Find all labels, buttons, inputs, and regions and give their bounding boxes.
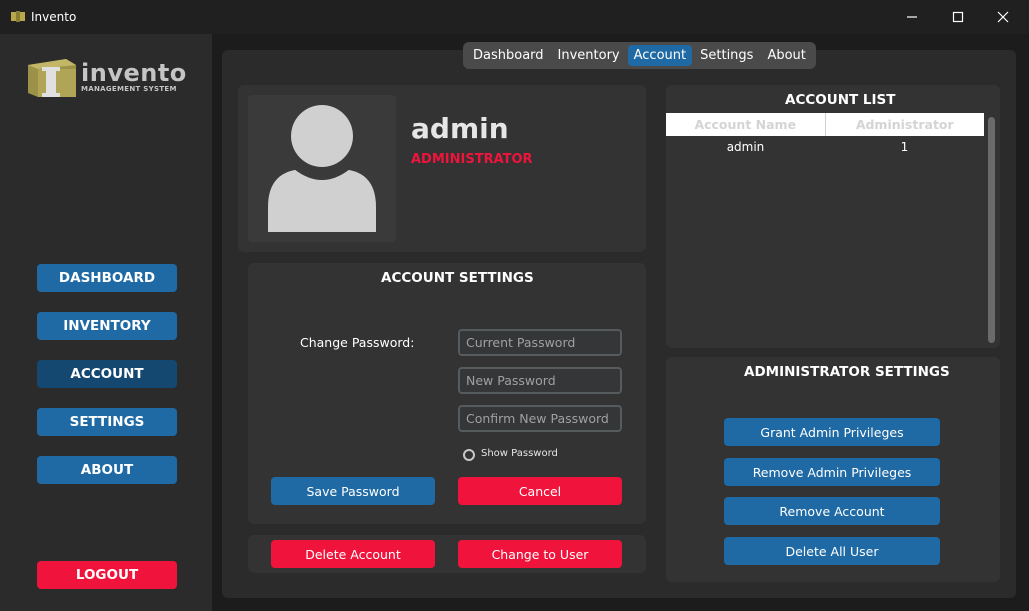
column-header-account-name[interactable]: Account Name bbox=[666, 113, 826, 136]
window-title: Invento bbox=[31, 10, 77, 24]
current-password-input[interactable] bbox=[458, 329, 622, 356]
tab-bar: Dashboard Inventory Account Settings Abo… bbox=[463, 42, 816, 69]
logo-wordmark: invento bbox=[81, 59, 187, 87]
grant-admin-button[interactable]: Grant Admin Privileges bbox=[724, 418, 940, 446]
remove-admin-button[interactable]: Remove Admin Privileges bbox=[724, 458, 940, 486]
sidebar-item-account[interactable]: ACCOUNT bbox=[37, 360, 177, 388]
administrator-cell: 1 bbox=[900, 140, 909, 154]
maximize-icon bbox=[952, 11, 964, 23]
app-icon bbox=[11, 11, 25, 22]
maximize-button[interactable] bbox=[935, 0, 981, 34]
tab-about[interactable]: About bbox=[761, 45, 811, 66]
logo: invento MANAGEMENT SYSTEM bbox=[26, 57, 196, 101]
sidebar-item-dashboard[interactable]: DASHBOARD bbox=[37, 264, 177, 292]
show-password-radio[interactable] bbox=[463, 449, 475, 461]
tab-settings[interactable]: Settings bbox=[694, 45, 759, 66]
new-password-input[interactable] bbox=[458, 367, 622, 394]
minimize-icon bbox=[907, 16, 917, 18]
show-password-label: Show Password bbox=[481, 448, 558, 459]
sidebar-item-settings[interactable]: SETTINGS bbox=[37, 408, 177, 436]
avatar bbox=[248, 95, 396, 242]
confirm-password-input[interactable] bbox=[458, 405, 622, 432]
change-password-label: Change Password: bbox=[300, 335, 415, 350]
delete-all-user-button[interactable]: Delete All User bbox=[724, 537, 940, 565]
account-list-title: ACCOUNT LIST bbox=[785, 92, 896, 108]
tab-account[interactable]: Account bbox=[627, 45, 693, 66]
delete-account-button[interactable]: Delete Account bbox=[271, 540, 435, 568]
change-to-user-button[interactable]: Change to User bbox=[458, 540, 622, 568]
account-table-header: Account Name Administrator bbox=[666, 113, 984, 136]
account-list-scrollbar[interactable] bbox=[988, 117, 995, 343]
tab-inventory[interactable]: Inventory bbox=[552, 45, 626, 66]
account-name-cell: admin bbox=[726, 140, 765, 154]
save-password-button[interactable]: Save Password bbox=[271, 477, 435, 505]
username: admin bbox=[411, 112, 509, 145]
sidebar-item-inventory[interactable]: INVENTORY bbox=[37, 312, 177, 340]
close-icon bbox=[997, 11, 1009, 23]
logout-button[interactable]: LOGOUT bbox=[37, 561, 177, 589]
admin-settings-title: ADMINISTRATOR SETTINGS bbox=[744, 364, 950, 380]
title-bar: Invento bbox=[0, 0, 1029, 34]
sidebar-item-about[interactable]: ABOUT bbox=[37, 456, 177, 484]
logo-crate-icon bbox=[28, 59, 76, 97]
cancel-button[interactable]: Cancel bbox=[458, 477, 622, 505]
tab-dashboard[interactable]: Dashboard bbox=[467, 45, 550, 66]
user-avatar-icon bbox=[268, 105, 376, 232]
table-row[interactable]: admin 1 bbox=[666, 138, 984, 156]
minimize-button[interactable] bbox=[889, 0, 935, 34]
logo-subtitle: MANAGEMENT SYSTEM bbox=[81, 85, 177, 93]
account-settings-title: ACCOUNT SETTINGS bbox=[381, 270, 534, 286]
remove-account-button[interactable]: Remove Account bbox=[724, 497, 940, 525]
column-header-administrator[interactable]: Administrator bbox=[826, 113, 985, 136]
close-button[interactable] bbox=[980, 0, 1026, 34]
role-badge: ADMINISTRATOR bbox=[411, 152, 533, 167]
